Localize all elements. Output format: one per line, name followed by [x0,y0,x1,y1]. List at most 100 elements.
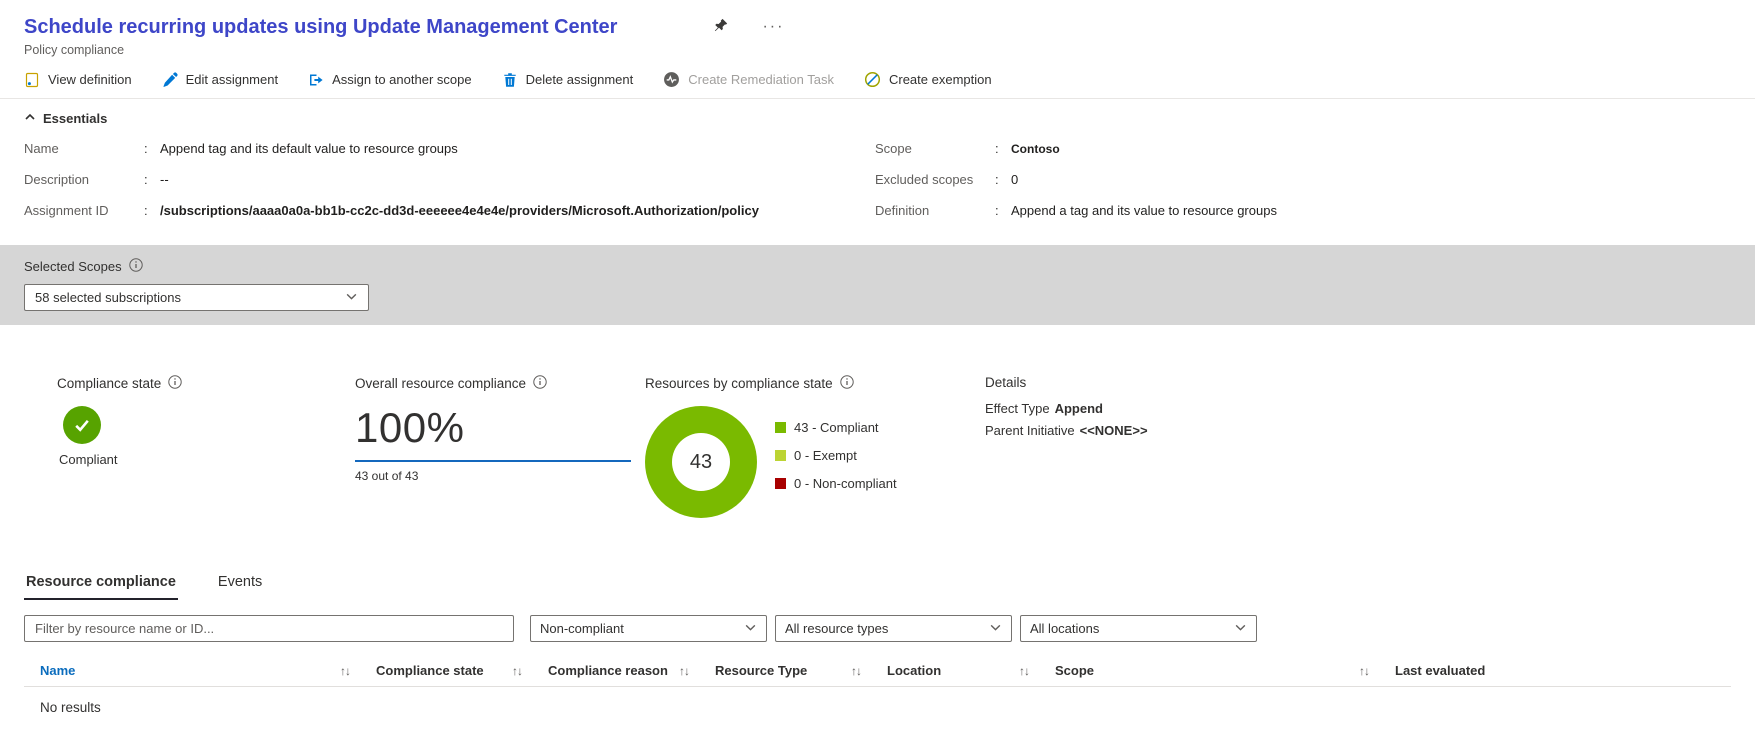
essentials-row-name: Name Append tag and its default value to… [24,140,875,158]
edit-assignment-label: Edit assignment [186,72,279,87]
overall-detail: 43 out of 43 [355,469,645,483]
resource-type-filter-value: All resource types [785,621,888,636]
separator [144,202,160,220]
create-exemption-button[interactable]: Create exemption [864,71,992,88]
field-value: Append tag and its default value to reso… [160,140,458,158]
details-title: Details [985,375,1731,390]
info-icon[interactable] [129,258,143,275]
compliance-state-value: Compliant [57,452,355,467]
compliance-state-label: Compliance state [57,376,161,391]
page-subtitle: Policy compliance [0,40,1755,63]
legend-swatch-exempt [775,450,786,461]
resources-by-state-label: Resources by compliance state [645,376,833,391]
selected-scopes-band: Selected Scopes 58 selected subscription… [0,245,1755,325]
tab-label: Resource compliance [26,574,176,590]
column-label: Scope [1055,663,1094,678]
create-remediation-task-label: Create Remediation Task [688,72,834,87]
separator [995,171,1011,189]
legend-label: 0 - Exempt [794,448,857,463]
chevron-down-icon [744,621,757,637]
donut-legend: 43 - Compliant 0 - Exempt 0 - Non-compli… [775,406,897,518]
tab-label: Events [218,574,262,590]
compliance-filter-dropdown[interactable]: Non-compliant [530,615,767,642]
selected-scopes-label: Selected Scopes [24,259,122,274]
detail-value: Append [1055,401,1103,416]
field-label: Definition [875,202,995,220]
column-header-scope[interactable]: Scope ↑↓ [1055,663,1395,678]
trash-icon [502,72,518,88]
overall-compliance-label: Overall resource compliance [355,376,526,391]
sort-icon: ↑↓ [1019,664,1029,678]
essentials-row-assignment-id: Assignment ID /subscriptions/aaaa0a0a-bb… [24,202,875,220]
exemption-icon [864,71,881,88]
delete-assignment-button[interactable]: Delete assignment [502,72,634,88]
column-header-resource-type[interactable]: Resource Type ↑↓ [715,663,887,678]
sort-icon: ↑↓ [679,664,689,678]
location-filter-dropdown[interactable]: All locations [1020,615,1257,642]
field-value: Append a tag and its value to resource g… [1011,202,1277,220]
column-label: Compliance reason [548,663,668,678]
overall-compliance-card: Overall resource compliance 100% 43 out … [355,375,645,518]
chevron-up-icon [24,111,36,126]
column-label: Name [40,663,75,678]
compliant-check-icon [63,406,101,444]
column-header-location[interactable]: Location ↑↓ [887,663,1055,678]
column-header-last-evaluated[interactable]: Last evaluated [1395,663,1731,678]
tab-events[interactable]: Events [216,570,264,600]
essentials-toggle[interactable]: Essentials [24,111,107,140]
separator [144,140,160,158]
field-label: Description [24,171,144,189]
scopes-dropdown[interactable]: 58 selected subscriptions [24,284,369,311]
essentials-section: Essentials Name Append tag and its defau… [0,99,1755,245]
view-definition-button[interactable]: View definition [24,72,132,88]
empty-table-message: No results [0,687,1755,715]
create-remediation-task-button: Create Remediation Task [663,71,834,88]
detail-label: Effect Type [985,401,1050,416]
legend-label: 43 - Compliant [794,420,879,435]
create-exemption-label: Create exemption [889,72,992,87]
command-bar: View definition Edit assignment Assign t… [0,63,1755,99]
assign-scope-button[interactable]: Assign to another scope [308,72,471,88]
tab-bar: Resource compliance Events [0,570,1755,600]
compliance-filter-value: Non-compliant [540,621,624,636]
pencil-icon [162,72,178,88]
legend-label: 0 - Non-compliant [794,476,897,491]
legend-item-non-compliant: 0 - Non-compliant [775,476,897,491]
filter-bar: Non-compliant All resource types All loc… [0,615,1755,642]
detail-label: Parent Initiative [985,423,1075,438]
essentials-row-excluded-scopes: Excluded scopes 0 [875,171,1731,189]
more-options-button[interactable]: ··· [762,22,784,32]
sort-icon: ↑↓ [1359,664,1369,678]
info-icon[interactable] [840,375,854,392]
info-icon[interactable] [533,375,547,392]
location-filter-value: All locations [1030,621,1099,636]
tab-resource-compliance[interactable]: Resource compliance [24,570,178,600]
legend-item-exempt: 0 - Exempt [775,448,897,463]
compliance-summary: Compliance state Compliant Overall resou… [0,325,1755,518]
column-label: Location [887,663,941,678]
column-header-compliance-state[interactable]: Compliance state ↑↓ [376,663,548,678]
field-value: -- [160,171,169,189]
separator [995,140,1011,158]
column-label: Compliance state [376,663,484,678]
assign-arrow-icon [308,72,324,88]
scopes-dropdown-value: 58 selected subscriptions [35,290,181,305]
overall-percent: 100% [355,406,631,450]
resource-filter-input[interactable] [24,615,514,642]
remediation-icon [663,71,680,88]
field-value: 0 [1011,171,1018,189]
resource-type-filter-dropdown[interactable]: All resource types [775,615,1012,642]
essentials-label: Essentials [43,111,107,126]
page-title: Schedule recurring updates using Update … [24,14,617,40]
column-header-name[interactable]: Name ↑↓ [24,663,376,678]
column-header-compliance-reason[interactable]: Compliance reason ↑↓ [548,663,715,678]
info-icon[interactable] [168,375,182,392]
view-definition-label: View definition [48,72,132,87]
donut-center-value: 43 [690,451,712,474]
field-value: Contoso [1011,140,1060,158]
legend-item-compliant: 43 - Compliant [775,420,897,435]
field-value: /subscriptions/aaaa0a0a-bb1b-cc2c-dd3d-e… [160,202,759,220]
edit-assignment-button[interactable]: Edit assignment [162,72,279,88]
compliance-donut-chart: 43 [645,406,757,518]
pin-button[interactable] [713,18,728,36]
